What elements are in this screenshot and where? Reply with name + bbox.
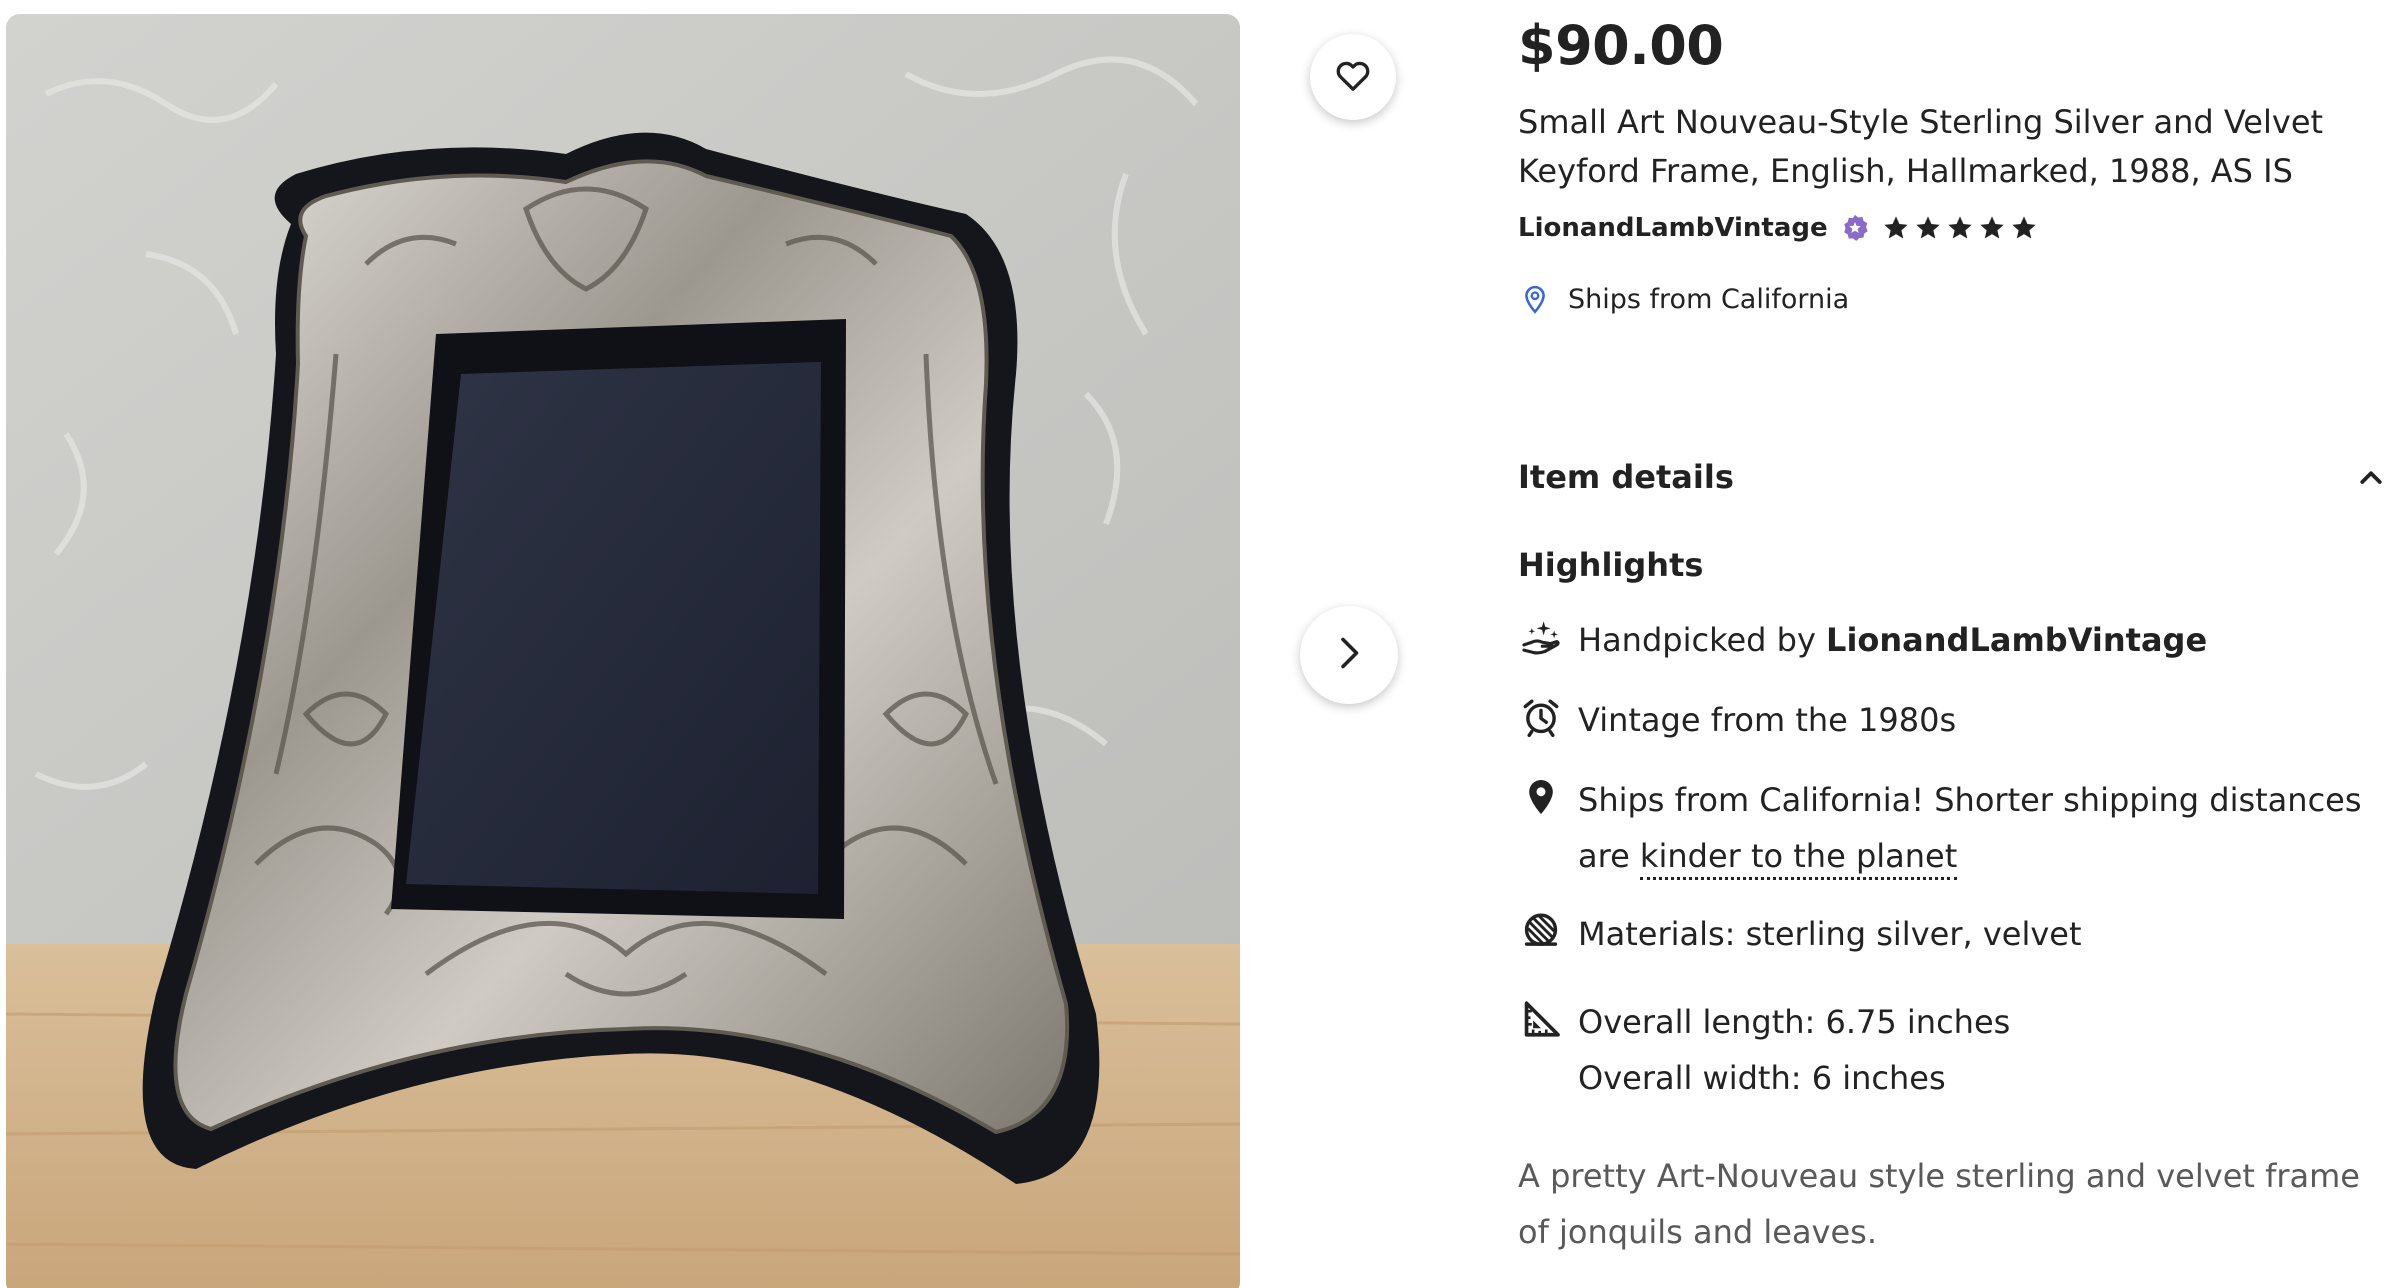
item-details-heading: Item details — [1518, 458, 1734, 496]
rating-stars[interactable] — [1882, 214, 2038, 242]
chevron-up-icon — [2360, 471, 2382, 484]
product-photo[interactable] — [6, 14, 1240, 1288]
dimensions-text: Overall length: 6.75 inches Overall widt… — [1578, 994, 2378, 1106]
location-pin-icon — [1518, 774, 1564, 820]
heart-icon — [1333, 55, 1373, 99]
star-icon — [1883, 216, 1908, 239]
ships-from-text: Ships from California — [1568, 284, 1850, 315]
price: $90.00 — [1518, 14, 1724, 77]
handpicked-text: Handpicked by LionandLambVintage — [1578, 612, 2378, 668]
materials-text: Materials: sterling silver, velvet — [1578, 915, 2082, 953]
shop-name-link[interactable]: LionandLambVintage — [1518, 213, 1828, 243]
overall-length: Overall length: 6.75 inches — [1578, 1003, 2011, 1041]
highlight-vintage: Vintage from the 1980s — [1518, 692, 2378, 748]
handpicked-shop-link[interactable]: LionandLambVintage — [1826, 621, 2207, 659]
set-square-icon — [1518, 996, 1564, 1042]
overall-width: Overall width: 6 inches — [1578, 1059, 1946, 1097]
star-icon — [1947, 216, 1972, 239]
hand-sparkle-icon — [1518, 614, 1564, 660]
highlight-handpicked: Handpicked by LionandLambVintage — [1518, 612, 2378, 668]
favorite-button[interactable] — [1310, 34, 1396, 120]
item-description: A pretty Art-Nouveau style sterling and … — [1518, 1157, 2360, 1251]
alarm-clock-icon — [1518, 694, 1564, 740]
material-ball-icon — [1518, 908, 1564, 954]
star-seller-badge-icon — [1843, 214, 1868, 241]
kinder-planet-link[interactable]: kinder to the planet — [1639, 837, 1958, 880]
highlight-ships: Ships from California! Shorter shipping … — [1518, 772, 2378, 884]
star-icon — [2011, 216, 2036, 239]
vintage-text: Vintage from the 1980s — [1578, 701, 1957, 739]
star-icon — [1979, 216, 2004, 239]
highlight-materials: Materials: sterling silver, velvet — [1518, 906, 2378, 962]
star-icon — [1915, 216, 1940, 239]
location-pin-icon — [1525, 285, 1545, 314]
ships-from-row: Ships from California — [1522, 284, 1849, 315]
chevron-right-icon — [1331, 635, 1367, 675]
shop-row: LionandLambVintage — [1518, 208, 2038, 248]
highlight-dimensions: Overall length: 6.75 inches Overall widt… — [1518, 994, 2378, 1106]
handpicked-prefix: Handpicked by — [1578, 621, 1827, 659]
ships-highlight-text: Ships from California! Shorter shipping … — [1578, 772, 2378, 884]
item-details-toggle[interactable]: Item details — [1518, 452, 2388, 502]
highlights-heading: Highlights — [1518, 546, 1704, 584]
listing-title: Small Art Nouveau-Style Sterling Silver … — [1518, 103, 2324, 190]
next-image-button[interactable] — [1300, 606, 1398, 704]
